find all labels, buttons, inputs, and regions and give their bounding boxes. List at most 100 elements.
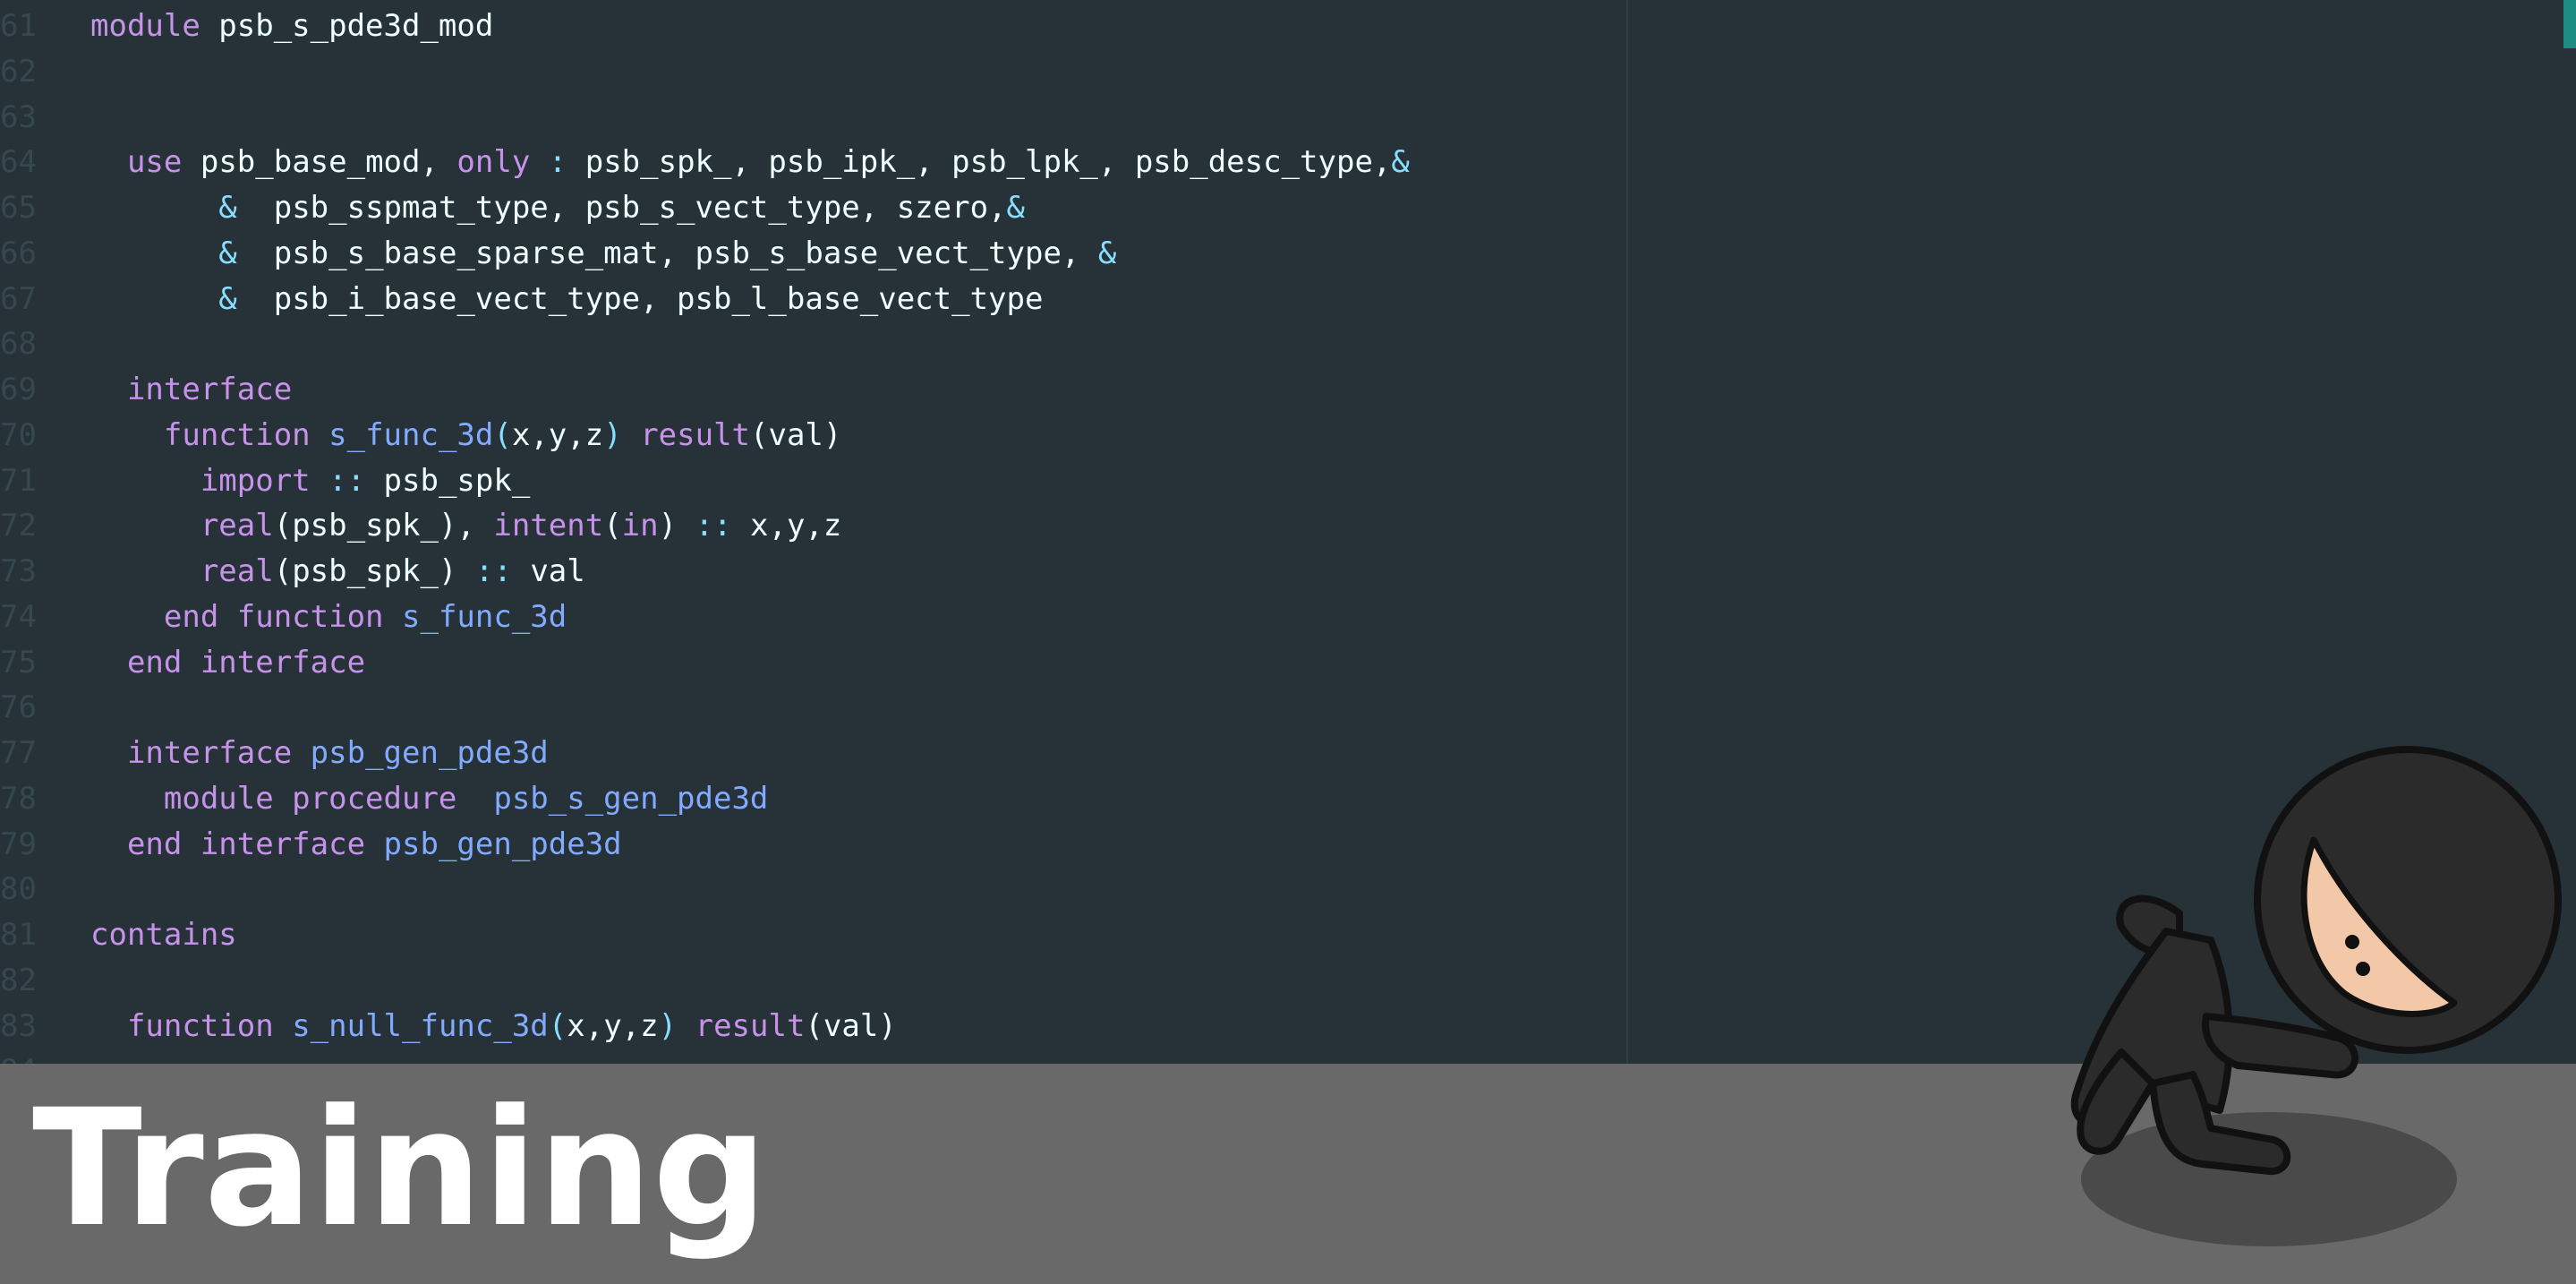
- code-token: ): [603, 416, 622, 453]
- code-text: use psb_base_mod, only : psb_spk_, psb_i…: [90, 140, 1410, 185]
- code-text: & psb_s_base_sparse_mat, psb_s_base_vect…: [90, 231, 1116, 277]
- code-token: end function: [163, 598, 384, 635]
- code-text: function s_func_3d(x,y,z) result(val): [90, 413, 841, 458]
- code-token: interface: [126, 372, 293, 407]
- code-token: ::: [474, 553, 512, 589]
- code-token: (: [603, 508, 622, 544]
- code-token: psb_sspmat_type, psb_s_vect_type, szero,: [236, 190, 1007, 226]
- code-text: end interface psb_gen_pde3d: [90, 822, 622, 868]
- code-line[interactable]: 63: [0, 95, 90, 141]
- code-token: &: [218, 190, 237, 226]
- code-token: psb_s_pde3d_mod: [200, 8, 494, 44]
- line-number: 73: [0, 553, 37, 589]
- code-token: end interface: [126, 644, 366, 681]
- code-token: end interface: [126, 826, 366, 862]
- line-number: 66: [0, 235, 37, 271]
- code-line[interactable]: 76: [0, 685, 90, 731]
- code-token: (: [493, 416, 512, 453]
- line-number: 70: [0, 416, 37, 453]
- line-number: 61: [0, 8, 37, 44]
- code-line[interactable]: 65 & psb_sspmat_type, psb_s_vect_type, s…: [0, 185, 1025, 231]
- line-number: 83: [0, 1007, 37, 1044]
- column-ruler: [1626, 0, 1628, 1066]
- code-line[interactable]: 74 end function s_func_3d: [0, 595, 567, 640]
- ninja-mascot-icon: [2070, 746, 2562, 1246]
- code-token: interface: [126, 735, 293, 771]
- code-token: contains: [90, 917, 237, 953]
- code-token: psb_i_base_vect_type, psb_l_base_vect_ty…: [236, 280, 1044, 317]
- code-text: module procedure psb_s_gen_pde3d: [90, 776, 769, 822]
- code-token: psb_s_gen_pde3d: [493, 780, 769, 817]
- code-token: function: [126, 1007, 274, 1044]
- code-token: &: [218, 235, 237, 271]
- code-line[interactable]: 82: [0, 958, 90, 1004]
- code-token: (val): [805, 1007, 897, 1044]
- code-line[interactable]: 66 & psb_s_base_sparse_mat, psb_s_base_v…: [0, 231, 1116, 277]
- line-number: 69: [0, 372, 37, 407]
- code-line[interactable]: 78 module procedure psb_s_gen_pde3d: [0, 776, 768, 822]
- code-token: (psb_spk_): [273, 553, 475, 589]
- code-token: real: [200, 508, 274, 544]
- code-line[interactable]: 73 real(psb_spk_) :: val: [0, 549, 585, 595]
- code-text: interface psb_gen_pde3d: [90, 731, 549, 776]
- code-line[interactable]: 79 end interface psb_gen_pde3d: [0, 822, 622, 868]
- scrollbar-thumb[interactable]: [2563, 0, 2576, 48]
- code-line[interactable]: 77 interface psb_gen_pde3d: [0, 731, 549, 776]
- code-token: ): [658, 508, 695, 544]
- code-token: (: [548, 1007, 567, 1044]
- code-token: psb_base_mod,: [182, 144, 457, 181]
- line-number: 63: [0, 98, 37, 135]
- code-token: x,y,z: [567, 1007, 659, 1044]
- code-text: end interface: [90, 640, 365, 686]
- code-text: real(psb_spk_), intent(in) :: x,y,z: [90, 503, 842, 549]
- code-text: module psb_s_pde3d_mod: [90, 4, 493, 49]
- code-token: intent: [493, 508, 604, 544]
- code-token: &: [1006, 190, 1025, 226]
- code-line[interactable]: 83 function s_null_func_3d(x,y,z) result…: [0, 1004, 897, 1049]
- code-line[interactable]: 80: [0, 867, 90, 912]
- line-number: 67: [0, 280, 37, 317]
- code-token: &: [218, 280, 237, 317]
- code-line[interactable]: 67 & psb_i_base_vect_type, psb_l_base_ve…: [0, 277, 1043, 322]
- code-line[interactable]: 64 use psb_base_mod, only : psb_spk_, ps…: [0, 140, 1410, 185]
- code-token: s_null_func_3d: [292, 1007, 549, 1044]
- code-token: val: [511, 553, 585, 589]
- code-token: in: [621, 508, 659, 544]
- code-line[interactable]: 71 import :: psb_spk_: [0, 458, 530, 504]
- code-line[interactable]: 69 interface: [0, 367, 292, 413]
- line-number: 68: [0, 326, 37, 363]
- line-number: 64: [0, 144, 37, 181]
- code-line[interactable]: 61 module psb_s_pde3d_mod: [0, 4, 493, 49]
- code-text: & psb_i_base_vect_type, psb_l_base_vect_…: [90, 277, 1043, 322]
- code-token: psb_spk_: [365, 462, 531, 499]
- code-token: psb_spk_, psb_ipk_, psb_lpk_, psb_desc_t…: [567, 144, 1392, 181]
- code-lines[interactable]: 61 module psb_s_pde3d_mod 62 63 64 use psb_b…: [0, 4, 1410, 1066]
- code-line[interactable]: 68: [0, 321, 90, 367]
- code-token: real: [200, 553, 274, 589]
- code-token: psb_gen_pde3d: [310, 735, 549, 771]
- code-line[interactable]: 81 contains: [0, 912, 237, 958]
- code-line[interactable]: 62: [0, 49, 90, 95]
- code-token: &: [1391, 144, 1410, 181]
- code-token: (psb_spk_),: [273, 508, 494, 544]
- code-token: use: [126, 144, 183, 181]
- code-line[interactable]: 72 real(psb_spk_), intent(in) :: x,y,z: [0, 503, 841, 549]
- code-token: only: [456, 144, 531, 181]
- code-line[interactable]: 70 function s_func_3d(x,y,z) result(val): [0, 413, 841, 458]
- line-number: 82: [0, 962, 37, 998]
- code-line[interactable]: 75 end interface: [0, 640, 365, 686]
- line-number: 75: [0, 644, 37, 681]
- line-number: 81: [0, 917, 37, 953]
